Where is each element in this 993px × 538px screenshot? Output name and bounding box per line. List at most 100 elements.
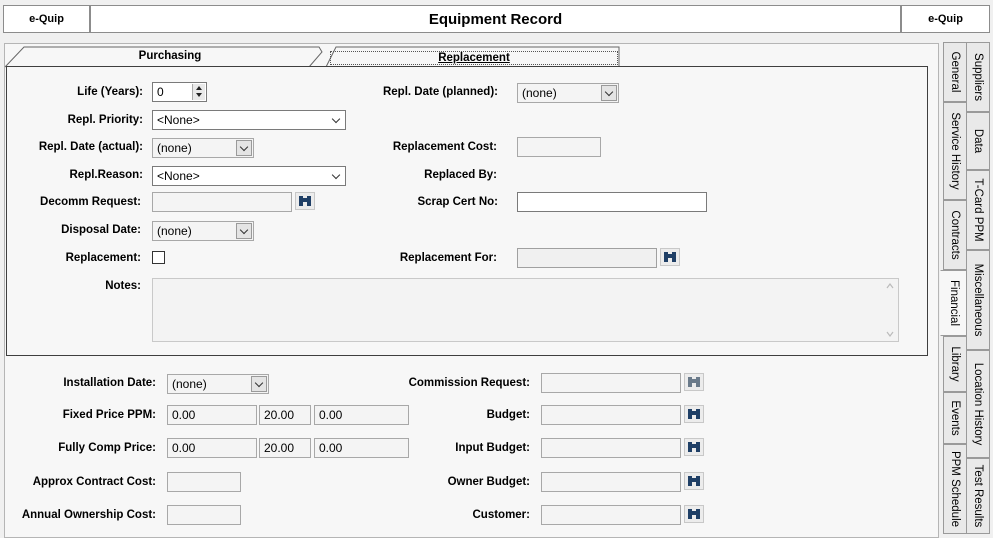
binoculars-icon[interactable] (660, 248, 680, 266)
side-tab-events[interactable]: Events (943, 392, 967, 444)
life-years-spinner[interactable]: 0 (152, 82, 207, 102)
e-quip-right-button[interactable]: e-Quip (901, 5, 990, 33)
fixed-price-ppm-value-3: 0.00 (319, 408, 343, 422)
chevron-down-icon[interactable] (601, 85, 617, 101)
chevron-down-icon (331, 114, 341, 124)
disposal-date-label: Disposal Date: (61, 224, 141, 236)
binoculars-glyph (664, 252, 676, 262)
notes-scrollbar[interactable] (883, 279, 897, 341)
side-tab-service-history-label: Service History (949, 112, 961, 190)
side-tab-ppm-schedule-label: PPM Schedule (949, 450, 961, 528)
binoculars-icon[interactable] (684, 505, 704, 523)
side-tab-test-results[interactable]: Test Results (966, 458, 990, 534)
side-tab-test-results-label: Test Results (972, 464, 984, 528)
side-tab-general[interactable]: General (943, 42, 967, 102)
installation-date-select[interactable]: (none) (167, 374, 269, 394)
binoculars-icon[interactable] (684, 373, 704, 391)
fully-comp-price-field-2[interactable]: 20.00 (259, 438, 311, 458)
binoculars-glyph (688, 377, 700, 387)
side-tab-service-history[interactable]: Service History (943, 102, 967, 200)
annual-ownership-cost-label: Annual Ownership Cost: (21, 509, 156, 521)
budget-field[interactable] (541, 405, 681, 425)
decomm-request-label: Decomm Request: (40, 196, 141, 208)
approx-contract-cost-field[interactable] (167, 472, 241, 492)
spinner-arrows-icon[interactable] (192, 84, 205, 100)
customer-field[interactable] (541, 505, 681, 525)
owner-budget-field[interactable] (541, 472, 681, 492)
side-tab-financial[interactable]: Financial (940, 270, 967, 336)
binoculars-glyph (688, 509, 700, 519)
fixed-price-ppm-value-1: 0.00 (172, 408, 196, 422)
scrap-cert-no-label: Scrap Cert No: (417, 196, 498, 208)
replacement-cost-field[interactable] (517, 137, 601, 157)
chevron-down-icon (331, 170, 341, 180)
life-years-value: 0 (157, 85, 164, 99)
decomm-request-field[interactable] (152, 192, 292, 212)
repl-date-actual-select[interactable]: (none) (152, 138, 254, 158)
repl-priority-value: <None> (157, 113, 200, 127)
tab-replacement[interactable]: Replacement (330, 51, 618, 65)
side-tab-library-label: Library (949, 346, 961, 382)
repl-date-planned-value: (none) (522, 86, 557, 100)
side-tab-miscellaneous[interactable]: Miscellaneous (966, 250, 990, 350)
e-quip-left-label: e-Quip (29, 13, 64, 25)
chevron-down-icon[interactable] (236, 223, 252, 239)
commission-request-label: Commission Request: (408, 377, 530, 389)
tab-purchasing-label: Purchasing (138, 50, 202, 62)
binoculars-icon[interactable] (684, 472, 704, 490)
commission-request-field[interactable] (541, 373, 681, 393)
side-tab-contracts[interactable]: Contracts (943, 200, 967, 270)
side-tab-t-card-ppm[interactable]: T-Card PPM (966, 170, 990, 250)
side-tab-location-history-label: Location History (972, 362, 984, 446)
life-years-label: Life (Years): (77, 86, 143, 98)
chevron-down-icon[interactable] (251, 376, 267, 392)
input-budget-field[interactable] (541, 438, 681, 458)
side-tab-financial-label: Financial (947, 279, 960, 327)
side-tab-location-history[interactable]: Location History (966, 350, 990, 458)
fixed-price-ppm-value-2: 20.00 (264, 408, 295, 422)
disposal-date-value: (none) (157, 224, 192, 238)
side-tab-suppliers[interactable]: Suppliers (966, 42, 990, 112)
fully-comp-price-value-1: 0.00 (172, 441, 196, 455)
repl-date-planned-select[interactable]: (none) (517, 83, 619, 103)
installation-date-label: Installation Date: (63, 377, 156, 389)
replacement-checkbox-label: Replacement: (65, 252, 141, 264)
fully-comp-price-field-1[interactable]: 0.00 (167, 438, 257, 458)
customer-label: Customer: (472, 509, 530, 521)
annual-ownership-cost-field[interactable] (167, 505, 241, 525)
chevron-down-icon[interactable] (236, 140, 252, 156)
notes-textarea[interactable] (152, 278, 899, 342)
binoculars-icon[interactable] (295, 192, 315, 210)
tab-purchasing[interactable]: Purchasing (90, 50, 250, 62)
fixed-price-ppm-field-1[interactable]: 0.00 (167, 405, 257, 425)
replacement-for-label: Replacement For: (399, 252, 497, 264)
scrap-cert-no-field[interactable] (517, 192, 707, 212)
input-budget-label: Input Budget: (455, 442, 530, 454)
repl-date-actual-value: (none) (157, 141, 192, 155)
e-quip-left-button[interactable]: e-Quip (3, 5, 90, 33)
side-tab-t-card-ppm-label: T-Card PPM (972, 178, 984, 242)
scroll-arrows-icon (886, 283, 894, 337)
e-quip-right-label: e-Quip (928, 13, 963, 25)
side-tab-data[interactable]: Data (966, 112, 990, 170)
fully-comp-price-label: Fully Comp Price: (58, 442, 156, 454)
replacement-checkbox[interactable] (152, 251, 165, 264)
repl-reason-select[interactable]: <None> (152, 166, 346, 186)
binoculars-glyph (688, 476, 700, 486)
repl-reason-label: Repl.Reason: (69, 169, 144, 181)
binoculars-icon[interactable] (684, 405, 704, 423)
binoculars-icon[interactable] (684, 438, 704, 456)
side-tab-ppm-schedule[interactable]: PPM Schedule (943, 444, 967, 534)
budget-label: Budget: (486, 409, 530, 421)
side-tab-library[interactable]: Library (943, 336, 967, 392)
owner-budget-label: Owner Budget: (447, 476, 530, 488)
disposal-date-select[interactable]: (none) (152, 221, 254, 241)
installation-date-value: (none) (172, 377, 207, 391)
replacement-for-field[interactable] (517, 248, 657, 268)
side-tab-miscellaneous-label: Miscellaneous (972, 263, 984, 337)
repl-priority-label: Repl. Priority: (67, 114, 143, 126)
repl-priority-select[interactable]: <None> (152, 110, 346, 130)
fixed-price-ppm-field-2[interactable]: 20.00 (259, 405, 311, 425)
page-title: Equipment Record (90, 5, 901, 33)
binoculars-glyph (688, 409, 700, 419)
